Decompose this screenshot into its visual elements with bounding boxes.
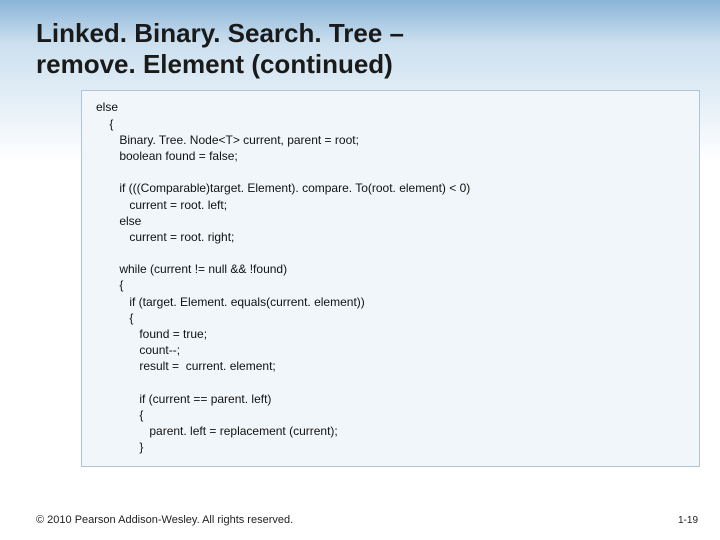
page-number: 1-19 <box>678 515 698 526</box>
copyright-footer: © 2010 Pearson Addison-Wesley. All right… <box>36 514 293 526</box>
title-line-2: remove. Element (continued) <box>36 49 720 80</box>
slide: Linked. Binary. Search. Tree – remove. E… <box>0 0 720 540</box>
title-line-1: Linked. Binary. Search. Tree – <box>36 18 720 49</box>
code-listing: else { Binary. Tree. Node<T> current, pa… <box>81 90 700 466</box>
slide-title: Linked. Binary. Search. Tree – remove. E… <box>36 18 720 80</box>
